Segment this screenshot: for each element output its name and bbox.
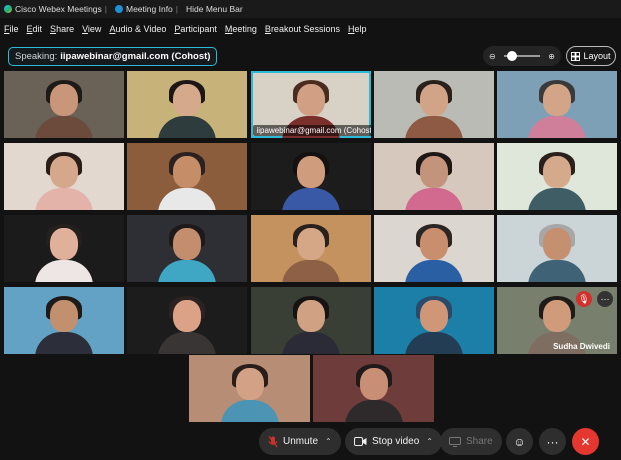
participant-video-tile[interactable]: [250, 215, 371, 282]
participant-video-tile[interactable]: [127, 71, 248, 138]
zoom-out-icon[interactable]: ⊖: [489, 52, 496, 61]
participant-video-tile[interactable]: [127, 143, 248, 210]
participant-video-tile[interactable]: [373, 71, 494, 138]
participant-video-tile[interactable]: [4, 71, 124, 138]
participant-video-feed: [403, 294, 465, 354]
more-options-button[interactable]: ···: [539, 428, 566, 455]
participant-video-feed: [156, 78, 218, 138]
share-label: Share: [466, 436, 493, 447]
title-bar: Cisco Webex Meetings | Meeting Info | Hi…: [0, 0, 621, 18]
share-button[interactable]: Share: [440, 428, 502, 455]
menu-help[interactable]: Help: [344, 24, 371, 34]
participant-video-feed: [219, 362, 281, 422]
meeting-controls: Unmute ⌃ Stop video ⌃ Share ☺ ··· ✕: [0, 428, 621, 456]
zoom-slider-handle[interactable]: [506, 51, 517, 61]
participant-video-tile[interactable]: [127, 215, 248, 282]
participant-video-tile[interactable]: [497, 71, 617, 138]
close-icon: ✕: [580, 434, 591, 449]
participant-video-tile[interactable]: [127, 287, 248, 354]
mic-muted-icon: [268, 435, 278, 447]
menu-edit[interactable]: Edit: [23, 24, 47, 34]
hide-menu-bar-label: Hide Menu Bar: [186, 4, 243, 14]
participant-video-tile[interactable]: [4, 143, 124, 210]
participant-video-feed: [33, 222, 95, 282]
participant-video-feed: [156, 294, 218, 354]
app-name: Cisco Webex Meetings: [15, 4, 102, 14]
participant-video-feed: [403, 150, 465, 210]
mic-muted-icon: 🎙: [576, 291, 592, 307]
participant-video-tile[interactable]: iipawebinar@gmail.com (Cohost): [250, 71, 371, 138]
webex-logo-icon: [4, 5, 12, 13]
unmute-label: Unmute: [283, 436, 319, 447]
info-icon: [115, 5, 123, 13]
participant-video-feed: [343, 362, 405, 422]
speaking-label: Speaking:: [15, 51, 58, 62]
participant-video-tile[interactable]: [4, 287, 124, 354]
participant-video-feed: [280, 294, 342, 354]
meeting-info-label: Meeting Info: [126, 4, 173, 14]
leave-meeting-button[interactable]: ✕: [572, 428, 599, 455]
menu-breakout-sessions[interactable]: Breakout Sessions: [261, 24, 344, 34]
share-screen-icon: [449, 436, 461, 447]
zoom-in-icon[interactable]: ⊕: [548, 52, 555, 61]
layout-label: Layout: [583, 51, 611, 61]
stop-video-label: Stop video: [372, 436, 420, 447]
participant-video-feed: [33, 78, 95, 138]
menu-participant[interactable]: Participant: [170, 24, 221, 34]
participant-video-feed: [156, 222, 218, 282]
chevron-down-icon[interactable]: ⌃: [325, 437, 332, 446]
participant-video-feed: [403, 78, 465, 138]
participant-video-feed: [403, 222, 465, 282]
participant-video-feed: [526, 150, 588, 210]
reactions-button[interactable]: ☺: [506, 428, 533, 455]
participant-video-tile[interactable]: [373, 215, 494, 282]
participant-video-tile[interactable]: [189, 355, 310, 422]
menu-view[interactable]: View: [78, 24, 105, 34]
speaker-name: iipawebinar@gmail.com (Cohost): [60, 51, 211, 62]
video-grid: iipawebinar@gmail.com (Cohost) Sudha Dwiv…: [4, 71, 617, 354]
stop-video-button[interactable]: Stop video ⌃: [345, 428, 442, 455]
menu-bar: File Edit Share View Audio & Video Parti…: [0, 20, 621, 38]
video-grid-bottom-row: [189, 355, 435, 422]
hide-menu-bar-button[interactable]: Hide Menu Bar: [182, 4, 247, 14]
participant-video-tile[interactable]: [250, 287, 371, 354]
chevron-down-icon[interactable]: ⌃: [426, 437, 433, 446]
participant-video-tile[interactable]: [497, 143, 617, 210]
participant-video-tile[interactable]: [313, 355, 434, 422]
unmute-button[interactable]: Unmute ⌃: [259, 428, 341, 455]
video-camera-icon: [354, 437, 367, 446]
zoom-slider[interactable]: [504, 51, 540, 61]
participant-name-label: iipawebinar@gmail.com (Cohost): [252, 125, 371, 136]
menu-meeting[interactable]: Meeting: [221, 24, 261, 34]
participant-video-tile[interactable]: [497, 215, 617, 282]
participant-video-feed: [526, 78, 588, 138]
participant-video-feed: [156, 150, 218, 210]
zoom-control: ⊖ ⊕: [483, 46, 561, 66]
more-icon[interactable]: ⋯: [597, 291, 613, 307]
participant-video-tile[interactable]: Sudha Dwivedi 🎙 ⋯: [497, 287, 617, 354]
participant-video-tile[interactable]: [373, 143, 494, 210]
active-speaker-indicator: Speaking: iipawebinar@gmail.com (Cohost): [8, 47, 218, 66]
participant-video-feed: [280, 222, 342, 282]
layout-button[interactable]: Layout: [566, 46, 616, 66]
participant-video-tile[interactable]: [4, 215, 124, 282]
meeting-info-button[interactable]: Meeting Info |: [111, 4, 182, 14]
menu-audio-video[interactable]: Audio & Video: [105, 24, 170, 34]
smile-icon: ☺: [513, 434, 526, 449]
participant-video-feed: [526, 222, 588, 282]
layout-grid-icon: [571, 51, 581, 61]
participant-name-label: Sudha Dwivedi: [553, 342, 610, 351]
menu-share[interactable]: Share: [46, 24, 78, 34]
participant-video-feed: [33, 294, 95, 354]
participant-video-tile[interactable]: [250, 143, 371, 210]
participant-video-feed: [33, 150, 95, 210]
participant-video-tile[interactable]: [373, 287, 494, 354]
app-title: Cisco Webex Meetings |: [0, 4, 111, 14]
participant-video-feed: [280, 150, 342, 210]
more-icon: ···: [546, 434, 559, 449]
menu-file[interactable]: File: [0, 24, 23, 34]
